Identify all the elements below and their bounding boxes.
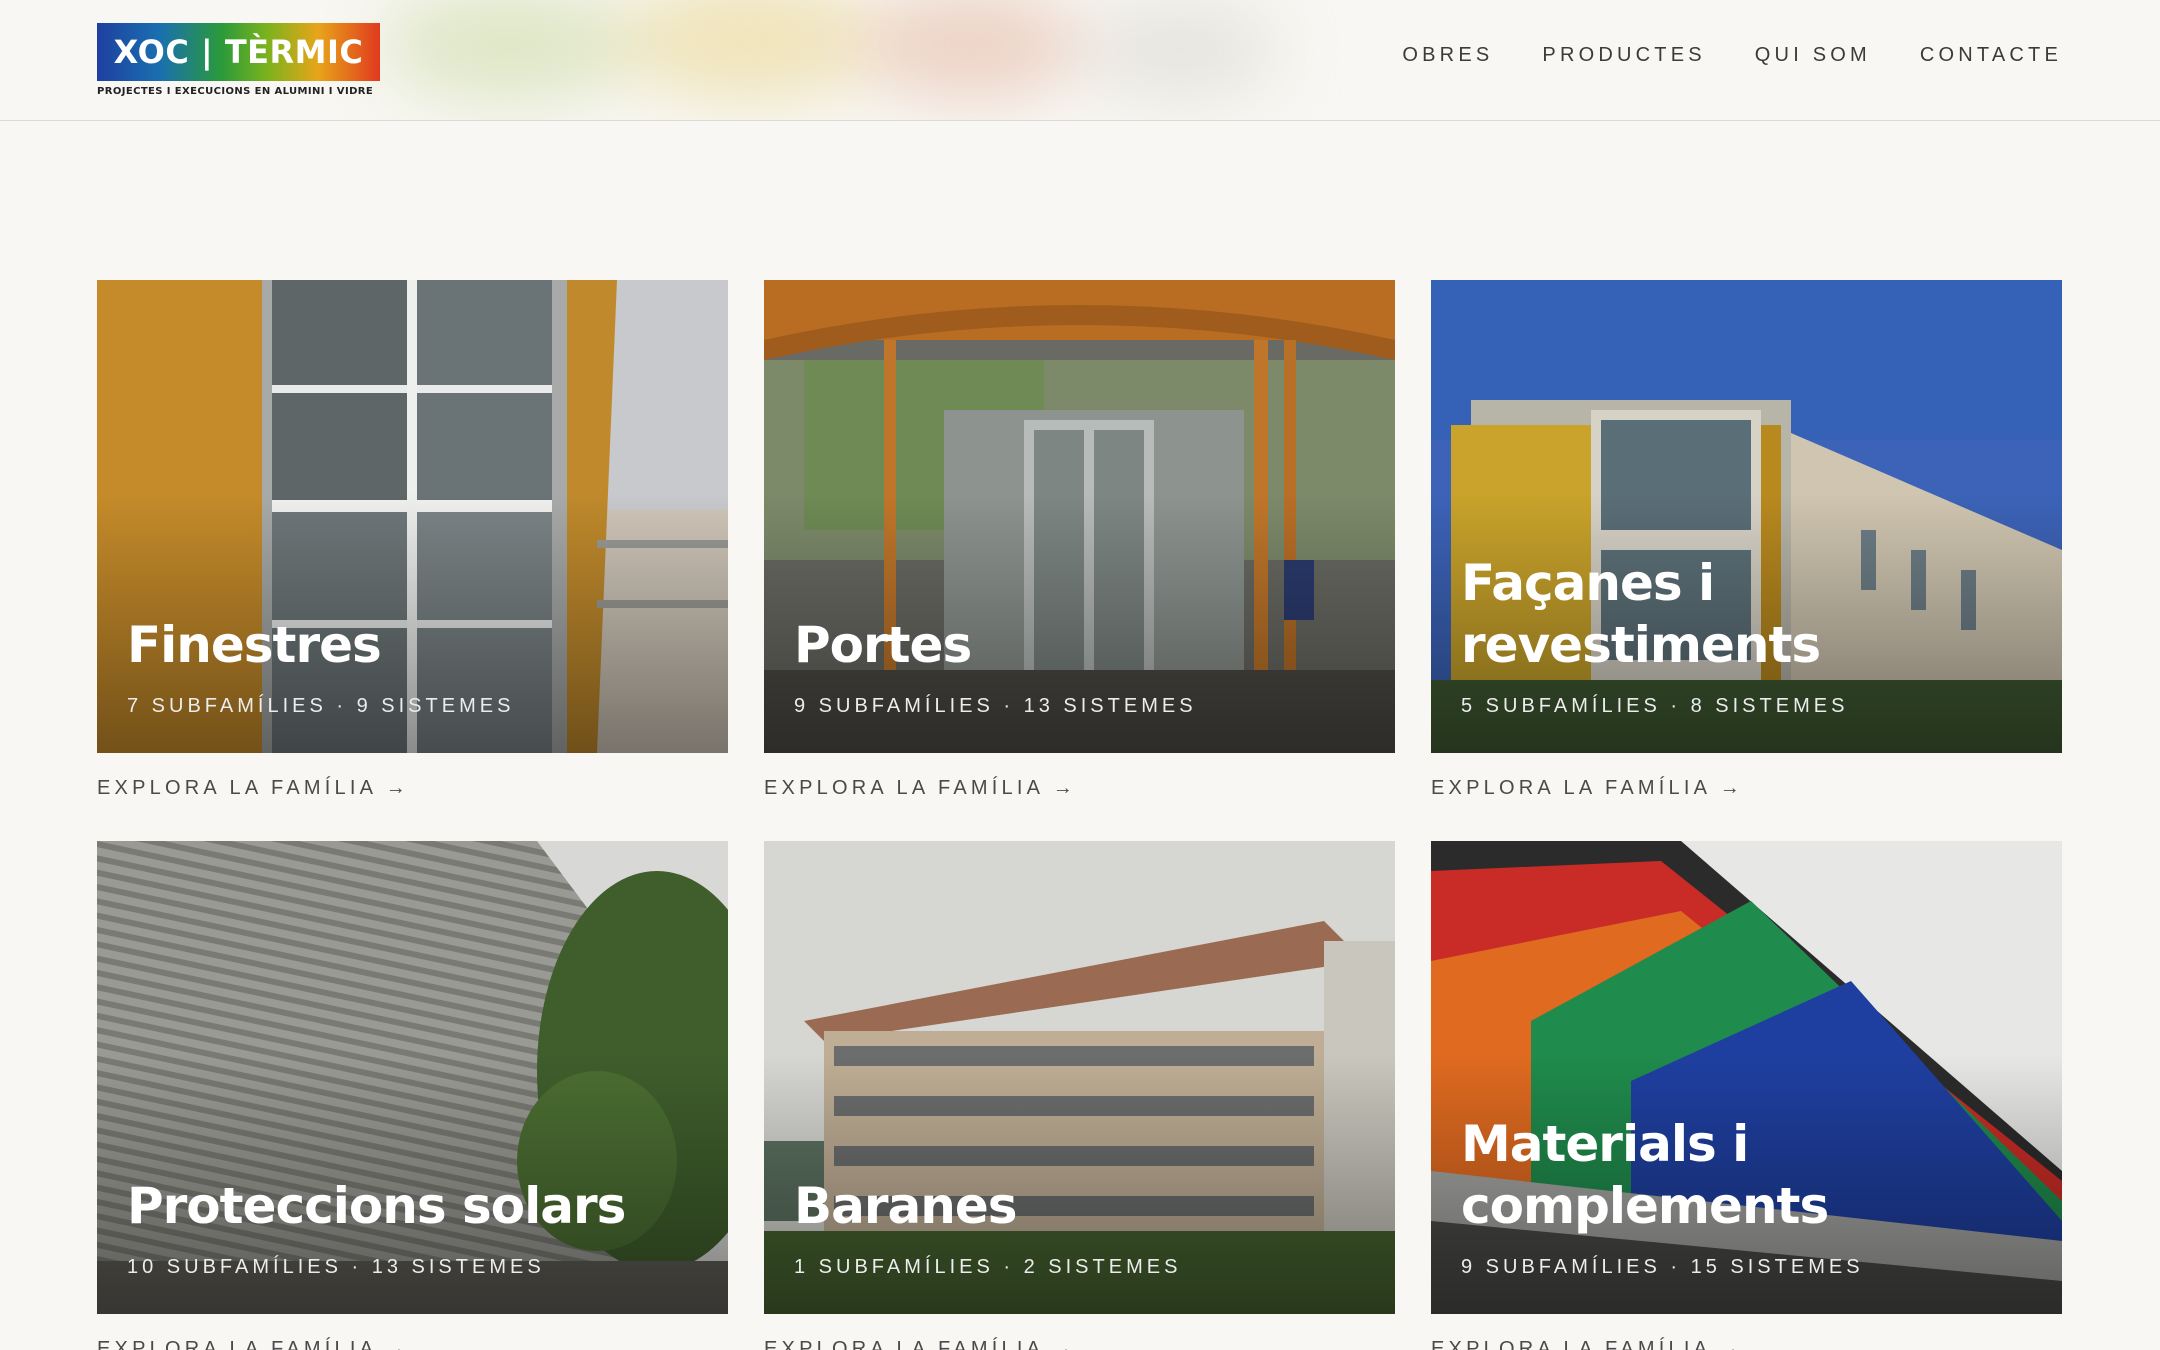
explore-family-link[interactable]: EXPLORA LA FAMÍLIA →: [764, 777, 1395, 800]
family-card-materials[interactable]: Materials i complements 9 SUBFAMÍLIES · …: [1431, 841, 2062, 1350]
family-card-baranes[interactable]: Baranes 1 SUBFAMÍLIES · 2 SISTEMES EXPLO…: [764, 841, 1395, 1350]
logo-tagline: PROJECTES I EXECUCIONS EN ALUMINI I VIDR…: [97, 86, 374, 97]
family-title: Finestres: [127, 616, 382, 674]
family-title: Façanes i revestiments: [1461, 554, 1821, 674]
logo-text: XOC | TÈRMIC: [113, 33, 364, 71]
family-card-finestres[interactable]: Finestres 7 SUBFAMÍLIES · 9 SISTEMES EXP…: [97, 280, 728, 841]
family-image-materials: Materials i complements 9 SUBFAMÍLIES · …: [1431, 841, 2062, 1314]
family-image-portes: Portes 9 SUBFAMÍLIES · 13 SISTEMES: [764, 280, 1395, 753]
family-meta: 9 SUBFAMÍLIES · 13 SISTEMES: [794, 695, 1197, 717]
nav-item-obres[interactable]: OBRES: [1402, 44, 1493, 67]
family-meta: 7 SUBFAMÍLIES · 9 SISTEMES: [127, 695, 515, 717]
header-background-blur: [380, 0, 1380, 120]
main-nav: OBRES PRODUCTES QUI SOM CONTACTE: [1402, 44, 2062, 67]
family-title: Portes: [794, 616, 972, 674]
family-meta: 10 SUBFAMÍLIES · 13 SISTEMES: [127, 1256, 545, 1278]
logo-box: XOC | TÈRMIC: [97, 23, 380, 81]
family-meta: 9 SUBFAMÍLIES · 15 SISTEMES: [1461, 1256, 1864, 1278]
explore-family-link[interactable]: EXPLORA LA FAMÍLIA →: [1431, 777, 2062, 800]
family-image-proteccions-solars: Proteccions solars 10 SUBFAMÍLIES · 13 S…: [97, 841, 728, 1314]
site-header: XOC | TÈRMIC PROJECTES I EXECUCIONS EN A…: [0, 0, 2160, 121]
explore-family-link[interactable]: EXPLORA LA FAMÍLIA →: [1431, 1338, 2062, 1350]
family-title: Proteccions solars: [127, 1177, 626, 1235]
nav-item-contacte[interactable]: CONTACTE: [1920, 44, 2062, 67]
family-meta: 5 SUBFAMÍLIES · 8 SISTEMES: [1461, 695, 1849, 717]
family-card-facanes[interactable]: Façanes i revestiments 5 SUBFAMÍLIES · 8…: [1431, 280, 2062, 841]
family-card-portes[interactable]: Portes 9 SUBFAMÍLIES · 13 SISTEMES EXPLO…: [764, 280, 1395, 841]
family-image-finestres: Finestres 7 SUBFAMÍLIES · 9 SISTEMES: [97, 280, 728, 753]
explore-family-link[interactable]: EXPLORA LA FAMÍLIA →: [97, 777, 728, 800]
explore-family-link[interactable]: EXPLORA LA FAMÍLIA →: [97, 1338, 728, 1350]
family-title: Baranes: [794, 1177, 1018, 1235]
brand-logo[interactable]: XOC | TÈRMIC PROJECTES I EXECUCIONS EN A…: [97, 23, 380, 97]
family-image-facanes: Façanes i revestiments 5 SUBFAMÍLIES · 8…: [1431, 280, 2062, 753]
explore-family-link[interactable]: EXPLORA LA FAMÍLIA →: [764, 1338, 1395, 1350]
nav-item-productes[interactable]: PRODUCTES: [1542, 44, 1705, 67]
family-title: Materials i complements: [1461, 1115, 1829, 1235]
nav-item-qui-som[interactable]: QUI SOM: [1755, 44, 1871, 67]
family-card-proteccions-solars[interactable]: Proteccions solars 10 SUBFAMÍLIES · 13 S…: [97, 841, 728, 1350]
family-meta: 1 SUBFAMÍLIES · 2 SISTEMES: [794, 1256, 1182, 1278]
product-families-grid: Finestres 7 SUBFAMÍLIES · 9 SISTEMES EXP…: [97, 280, 2063, 1350]
family-image-baranes: Baranes 1 SUBFAMÍLIES · 2 SISTEMES: [764, 841, 1395, 1314]
